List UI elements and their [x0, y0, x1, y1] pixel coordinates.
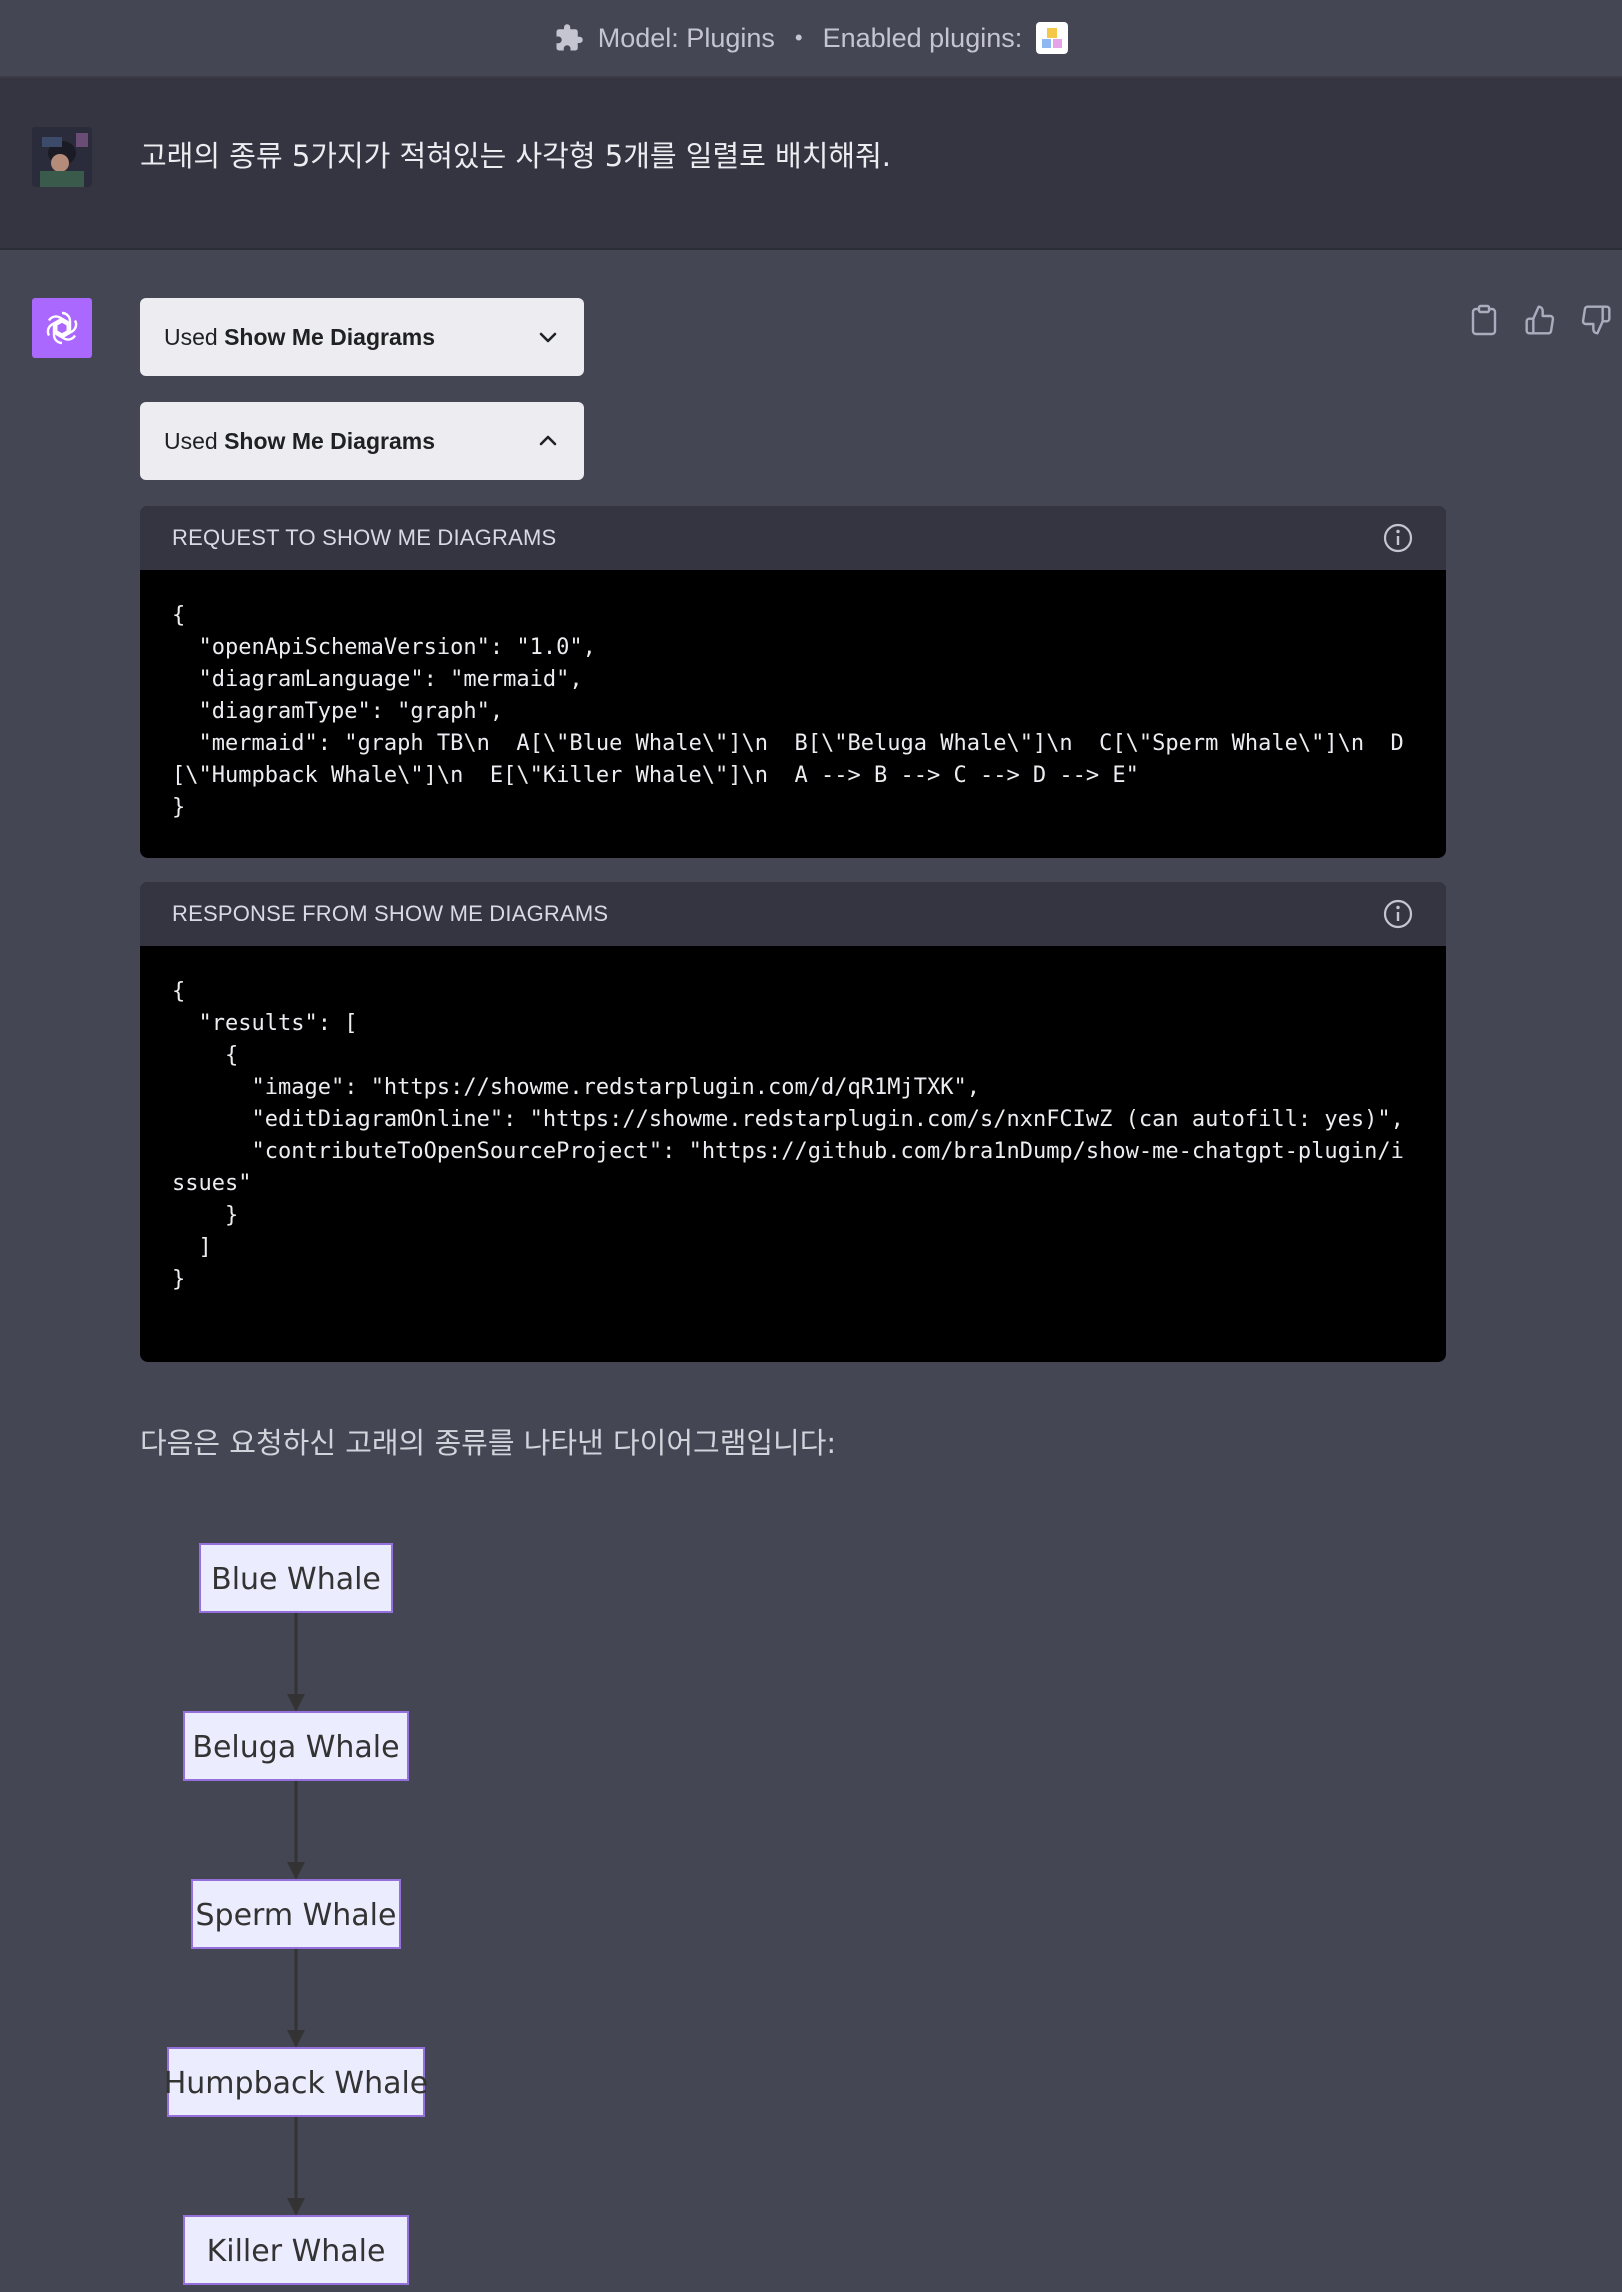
request-panel-title: REQUEST TO SHOW ME DIAGRAMS: [172, 525, 557, 550]
plugin-call-label: Used Show Me Diagrams: [164, 428, 435, 455]
user-message-row: 고래의 종류 5가지가 적혀있는 사각형 5개를 일렬로 배치해줘.: [0, 78, 1622, 250]
model-label: Model: Plugins: [597, 22, 775, 53]
diagram-node: Sperm Whale: [191, 1879, 401, 1949]
diagram-node-label: Sperm Whale: [196, 1898, 397, 1933]
response-panel: RESPONSE FROM SHOW ME DIAGRAMS { "result…: [140, 882, 1446, 1362]
plugin-call-name: Show Me Diagrams: [224, 323, 435, 350]
whale-diagram: Blue Whale Beluga Whale Sperm Whale Humpbac…: [164, 1543, 429, 2285]
message-actions: [1468, 302, 1612, 338]
openai-logo-icon: [46, 311, 78, 345]
plugin-call-collapsed[interactable]: Used Show Me Diagrams: [140, 298, 584, 376]
model-bar: Model: Plugins • Enabled plugins:: [0, 0, 1622, 78]
thumbs-up-icon[interactable]: [1524, 302, 1556, 338]
diagram-node-label: Killer Whale: [207, 2234, 386, 2269]
diagram-node-label: Beluga Whale: [192, 1730, 399, 1765]
thumbs-down-icon[interactable]: [1580, 302, 1612, 338]
diagram-node: Killer Whale: [183, 2215, 409, 2285]
request-panel: REQUEST TO SHOW ME DIAGRAMS { "openApiSc…: [140, 506, 1446, 858]
enabled-plugins-label: Enabled plugins:: [822, 22, 1023, 53]
diagram-node: Blue Whale: [199, 1543, 393, 1613]
plugin-call-label: Used Show Me Diagrams: [164, 324, 435, 351]
user-avatar: [32, 127, 92, 187]
response-panel-title: RESPONSE FROM SHOW ME DIAGRAMS: [172, 901, 609, 926]
diagram-node: Humpback Whale: [164, 2047, 429, 2117]
diagram-node-label: Blue Whale: [211, 1562, 381, 1597]
response-panel-header: RESPONSE FROM SHOW ME DIAGRAMS: [140, 882, 1446, 946]
show-me-plugin-icon[interactable]: [1036, 22, 1069, 54]
plugin-call-expanded[interactable]: Used Show Me Diagrams: [140, 402, 584, 480]
user-message-text: 고래의 종류 5가지가 적혀있는 사각형 5개를 일렬로 배치해줘.: [140, 139, 891, 173]
request-panel-header: REQUEST TO SHOW ME DIAGRAMS: [140, 506, 1446, 570]
assistant-answer-text: 다음은 요청하신 고래의 종류를 나타낸 다이어그램입니다:: [140, 1426, 837, 1460]
info-icon[interactable]: [1382, 522, 1414, 554]
plugin-call-name: Show Me Diagrams: [224, 427, 435, 454]
assistant-avatar: [32, 298, 92, 358]
chevron-up-icon: [539, 435, 557, 446]
response-code: { "results": [ { "image": "https://showm…: [172, 979, 1404, 1292]
info-icon[interactable]: [1382, 898, 1414, 930]
plugin-call-prefix: Used: [164, 323, 218, 350]
puzzle-icon: [554, 23, 584, 53]
separator-dot: •: [794, 25, 803, 50]
diagram-node-label: Humpback Whale: [164, 2066, 429, 2101]
clipboard-icon[interactable]: [1468, 302, 1500, 338]
request-code: { "openApiSchemaVersion": "1.0", "diagra…: [172, 603, 1404, 820]
diagram-node: Beluga Whale: [183, 1711, 409, 1781]
chevron-down-icon: [539, 332, 557, 343]
plugin-call-prefix: Used: [164, 427, 218, 454]
